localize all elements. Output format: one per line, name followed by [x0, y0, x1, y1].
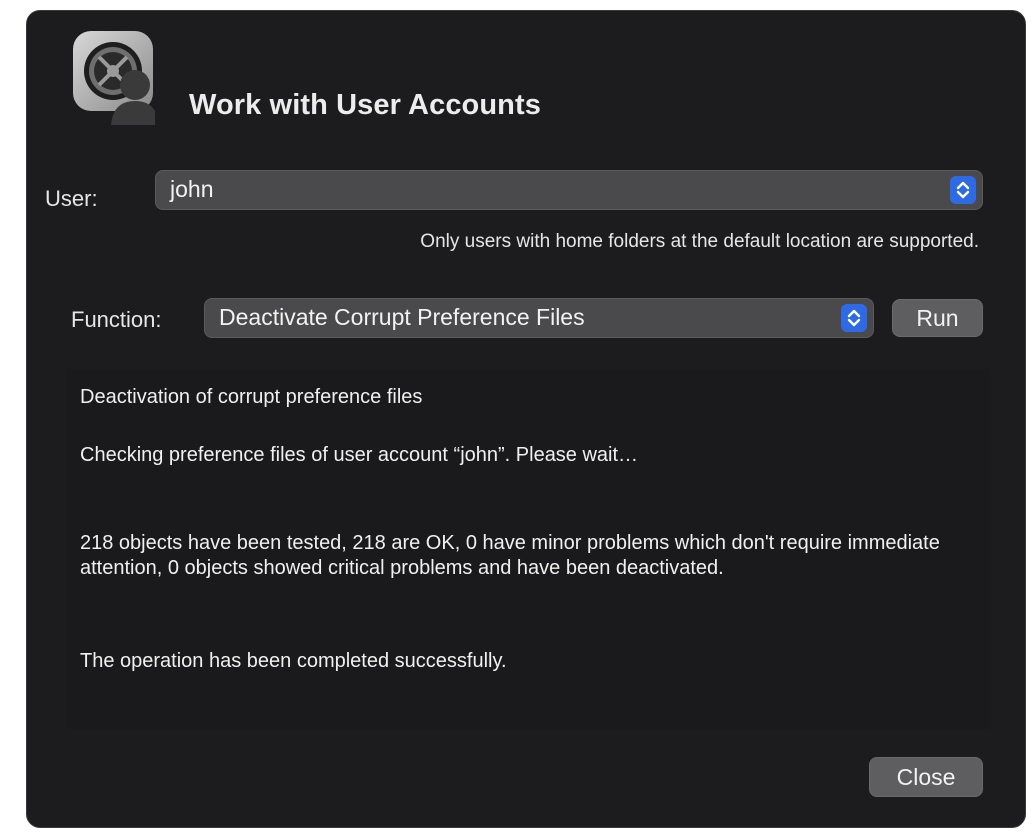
chevron-up-down-icon [950, 176, 976, 204]
log-line: Checking preference files of user accoun… [80, 444, 639, 466]
log-line: 218 objects have been tested, 218 are OK… [80, 532, 940, 579]
log-line: The operation has been completed success… [80, 650, 507, 672]
dialog-title: Work with User Accounts [189, 89, 541, 121]
run-button[interactable]: Run [892, 299, 983, 337]
log-output: Deactivation of corrupt preference files… [67, 369, 991, 729]
user-label: User: [45, 186, 98, 211]
user-select[interactable]: john [155, 170, 983, 210]
close-button[interactable]: Close [869, 757, 983, 797]
user-select-value: john [170, 176, 214, 202]
user-accounts-app-icon [73, 31, 155, 125]
user-support-note: Only users with home folders at the defa… [420, 231, 979, 252]
dialog-window: Work with User Accounts User: john Only … [26, 10, 1026, 828]
function-select[interactable]: Deactivate Corrupt Preference Files [204, 298, 874, 338]
screenshot-frame: Work with User Accounts User: john Only … [0, 0, 1034, 836]
log-line: Deactivation of corrupt preference files [80, 386, 423, 408]
chevron-up-down-icon [841, 304, 867, 332]
function-select-value: Deactivate Corrupt Preference Files [219, 304, 585, 330]
function-label: Function: [71, 307, 162, 332]
